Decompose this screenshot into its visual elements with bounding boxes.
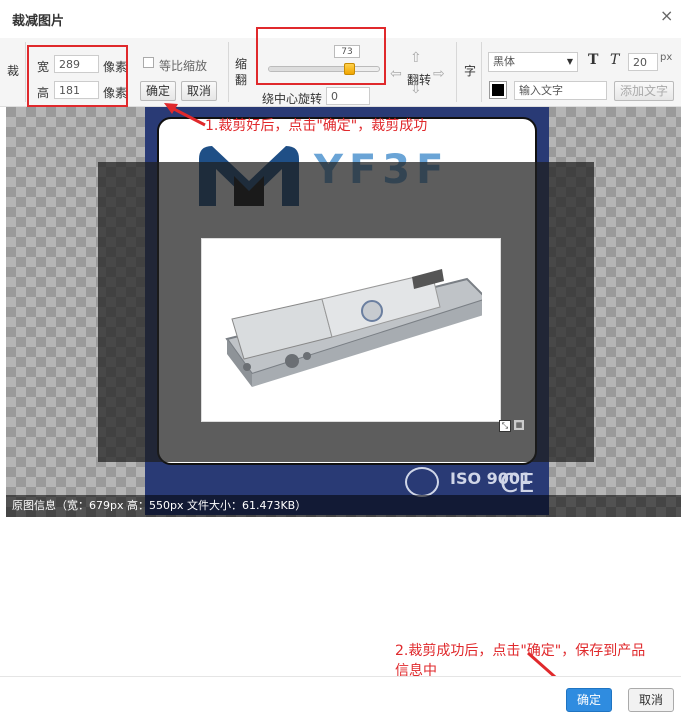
scale-slider-highlight: [256, 27, 386, 85]
cancel-button[interactable]: 取消: [628, 688, 674, 712]
toolbar-divider: [228, 42, 229, 102]
slider-value-tooltip: 73: [334, 45, 360, 58]
rotate-label: 绕中心旋转: [262, 92, 323, 106]
height-label: 高: [37, 86, 50, 100]
text-input[interactable]: 输入文字: [514, 81, 607, 100]
scale-slider-track[interactable]: [268, 66, 380, 72]
certification-seal-icon: [405, 467, 439, 497]
add-text-button[interactable]: 添加文字: [614, 81, 674, 101]
annotation-arrow-icon: [164, 103, 206, 127]
bold-button[interactable]: T: [588, 52, 598, 68]
keep-ratio-checkbox[interactable]: [143, 57, 154, 68]
scale-slider-fill: [269, 67, 350, 71]
width-label: 宽: [37, 60, 50, 74]
ok-button[interactable]: 确定: [566, 688, 612, 712]
crop-size-indicator-icon: ▦: [514, 420, 524, 430]
italic-button[interactable]: T: [610, 52, 619, 68]
close-icon[interactable]: ×: [660, 6, 673, 25]
text-color-picker[interactable]: [489, 81, 507, 99]
flip-right-icon[interactable]: ⇨: [433, 66, 445, 82]
chevron-down-icon: ▼: [566, 57, 573, 66]
width-input[interactable]: 289: [54, 55, 99, 73]
annotation-step-2-line-1: 2.裁剪成功后，点击"确定"，保存到产品: [395, 643, 646, 659]
crop-resize-handle-icon[interactable]: ⤡: [499, 420, 511, 432]
scale-flip-section-label: 缩 翻: [235, 57, 248, 87]
keep-ratio-label: 等比缩放: [159, 59, 208, 73]
scale-slider-thumb[interactable]: [344, 63, 356, 75]
toolbar-divider: [481, 42, 482, 102]
font-select[interactable]: 黑体 ▼: [488, 52, 578, 72]
annotation-step-1: 1.裁剪好后，点击"确定"，裁剪成功: [205, 118, 428, 134]
toolbar-divider: [25, 42, 26, 102]
flip-left-icon[interactable]: ⇦: [390, 66, 402, 82]
font-size-input[interactable]: 20: [628, 53, 658, 71]
width-unit: 像素: [103, 60, 128, 74]
flip-down-icon[interactable]: ⇩: [410, 81, 422, 97]
dialog-title: 裁减图片: [12, 14, 65, 29]
height-input[interactable]: 181: [54, 81, 99, 99]
height-unit: 像素: [103, 86, 128, 100]
font-select-value: 黑体: [493, 55, 515, 68]
crop-confirm-button[interactable]: 确定: [140, 81, 176, 101]
crop-cancel-button[interactable]: 取消: [181, 81, 217, 101]
crop-section-label: 裁: [7, 64, 20, 78]
electric-lock-image: [225, 269, 482, 387]
rotate-input[interactable]: 0: [326, 87, 370, 105]
flip-up-icon[interactable]: ⇧: [410, 50, 422, 66]
crop-selection-box[interactable]: [201, 238, 501, 422]
font-size-unit: px: [660, 52, 673, 63]
image-info-bar: 原图信息（宽：679px 高：550px 文件大小：61.473KB）: [6, 495, 681, 517]
text-section-label: 字: [464, 64, 477, 78]
text-color-swatch: [492, 84, 504, 96]
image-canvas[interactable]: YF3F ISO 9001 CE ⤡ ▦ 原图信息（宽：679px 高：550p…: [6, 107, 681, 517]
toolbar-divider: [456, 42, 457, 102]
